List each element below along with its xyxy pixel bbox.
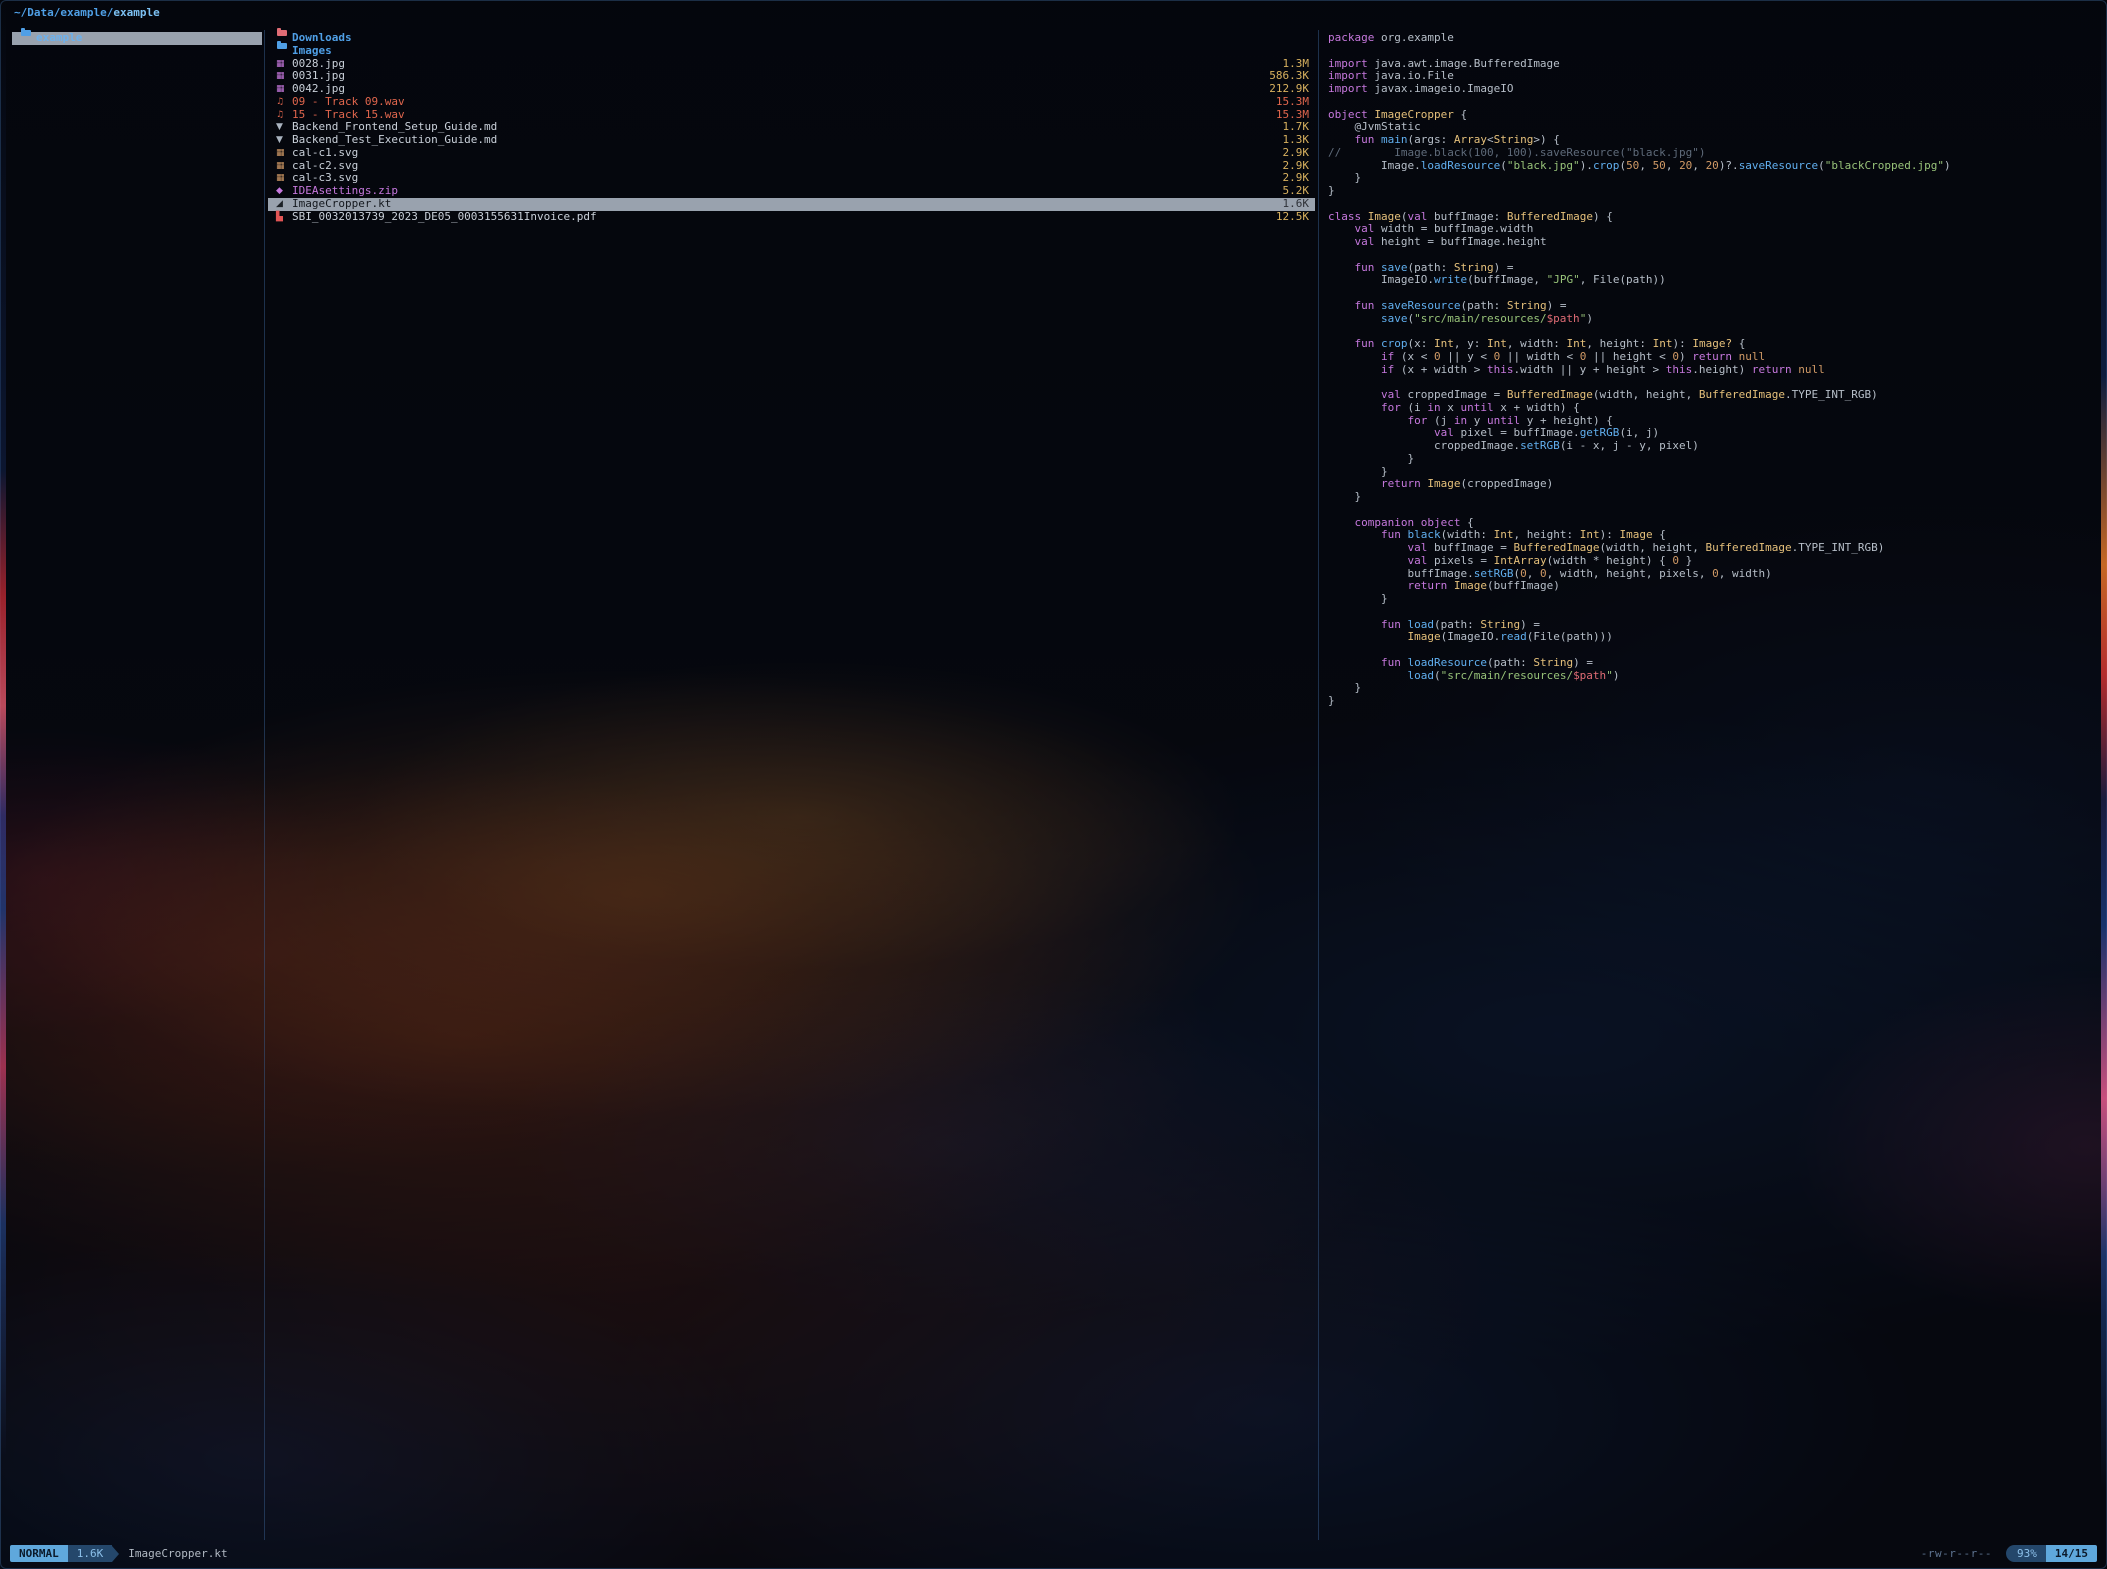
code-line: } xyxy=(1328,172,2097,185)
pane-separator-left xyxy=(264,30,265,1540)
file-row[interactable]: Images xyxy=(268,45,1315,58)
file-name: Downloads xyxy=(292,32,352,45)
image-icon: ▦ xyxy=(276,58,292,71)
file-size: 5.2K xyxy=(1283,185,1310,198)
file-size-badge: 1.6K xyxy=(68,1545,113,1562)
file-name: 0042.jpg xyxy=(292,83,345,96)
file-row[interactable]: ▦0028.jpg1.3M xyxy=(268,58,1315,71)
file-size: 1.6K xyxy=(1283,198,1310,211)
file-size: 15.3M xyxy=(1276,96,1309,109)
image-icon: ▦ xyxy=(276,83,292,96)
file-size: 12.5K xyxy=(1276,211,1309,224)
status-bar-left: NORMAL 1.6K ImageCropper.kt xyxy=(10,1545,228,1562)
file-name: cal-c1.svg xyxy=(292,147,358,160)
file-row[interactable]: ▦cal-c2.svg2.9K xyxy=(268,160,1315,173)
image-icon: ▦ xyxy=(276,147,292,160)
cursor-position-badge: 14/15 xyxy=(2046,1545,2097,1562)
audio-icon: ♫ xyxy=(276,109,292,122)
audio-icon: ♫ xyxy=(276,96,292,109)
code-line: } xyxy=(1328,593,2097,606)
file-row[interactable]: ▙SBI_0032013739_2023_DE05_0003155631Invo… xyxy=(268,211,1315,224)
file-name: ImageCropper.kt xyxy=(292,198,391,211)
parent-dir-item[interactable]: example xyxy=(12,32,262,45)
file-size: 212.9K xyxy=(1269,83,1309,96)
cwd-path-current: example xyxy=(113,6,159,19)
breadcrumb: ~/Data/example/example xyxy=(14,6,160,20)
code-line: ImageIO.write(buffImage, "JPG", File(pat… xyxy=(1328,274,2097,287)
scroll-percent-badge: 93% xyxy=(2006,1545,2046,1562)
markdown-icon: ▼ xyxy=(276,134,292,147)
file-row[interactable]: ▼Backend_Test_Execution_Guide.md 1.3K xyxy=(268,134,1315,147)
code-line: Image(ImageIO.read(File(path))) xyxy=(1328,631,2097,644)
file-permissions: -rw-r--r-- xyxy=(1921,1545,1992,1562)
code-line: } xyxy=(1328,491,2097,504)
file-name: SBI_0032013739_2023_DE05_0003155631Invoi… xyxy=(292,211,597,224)
archive-icon: ◆ xyxy=(276,185,292,198)
file-row[interactable]: ▦cal-c1.svg 2.9K xyxy=(268,147,1315,160)
panes-area: example DownloadsImages▦0028.jpg1.3M▦003… xyxy=(10,30,2097,1540)
code-line: } xyxy=(1328,185,2097,198)
status-bar: NORMAL 1.6K ImageCropper.kt -rw-r--r-- 9… xyxy=(10,1545,2097,1562)
code-line: Image.loadResource("black.jpg").crop(50,… xyxy=(1328,160,2097,173)
image-icon: ▦ xyxy=(276,70,292,83)
file-name: Images xyxy=(292,45,332,58)
code-line: import javax.imageio.ImageIO xyxy=(1328,83,2097,96)
code-line: load("src/main/resources/$path") xyxy=(1328,670,2097,683)
powerline-arrow-icon xyxy=(112,1546,119,1562)
code-line: save("src/main/resources/$path") xyxy=(1328,313,2097,326)
terminal-window: ~/Data/example/example example Downloads… xyxy=(0,0,2107,1569)
code-line: croppedImage.setRGB(i - x, j - y, pixel) xyxy=(1328,440,2097,453)
file-row[interactable]: Downloads xyxy=(268,32,1315,45)
pdf-icon: ▙ xyxy=(276,211,292,224)
file-name: 09 - Track 09.wav xyxy=(292,96,405,109)
code-line: val height = buffImage.height xyxy=(1328,236,2097,249)
image-icon: ▦ xyxy=(276,172,292,185)
pane-separator-right xyxy=(1318,30,1319,1540)
file-name: example xyxy=(36,32,82,45)
parent-pane[interactable]: example xyxy=(12,30,262,1540)
file-name: IDEAsettings.zip xyxy=(292,185,398,198)
file-row[interactable]: ▦0042.jpg 212.9K xyxy=(268,83,1315,96)
markdown-icon: ▼ xyxy=(276,121,292,134)
file-row[interactable]: ▦0031.jpg586.3K xyxy=(268,70,1315,83)
file-row[interactable]: ◢ImageCropper.kt 1.6K xyxy=(268,198,1315,211)
code-line: } xyxy=(1328,695,2097,708)
code-line: return Image(croppedImage) xyxy=(1328,478,2097,491)
code-line: return Image(buffImage) xyxy=(1328,580,2097,593)
file-row[interactable]: ▦cal-c3.svg2.9K xyxy=(268,172,1315,185)
file-size: 1.3K xyxy=(1283,134,1310,147)
file-list-pane[interactable]: DownloadsImages▦0028.jpg1.3M▦0031.jpg586… xyxy=(268,30,1315,1540)
file-row[interactable]: ♫09 - Track 09.wav 15.3M xyxy=(268,96,1315,109)
status-bar-right: -rw-r--r-- 93% 14/15 xyxy=(1921,1545,2097,1562)
code-line: package org.example xyxy=(1328,32,2097,45)
preview-pane[interactable]: package org.example import java.awt.imag… xyxy=(1323,30,2097,1540)
code-line: object ImageCropper { xyxy=(1328,109,2097,122)
code-line: } xyxy=(1328,682,2097,695)
file-name: Backend_Test_Execution_Guide.md xyxy=(292,134,497,147)
code-line: if (x + width > this.width || y + height… xyxy=(1328,364,2097,377)
image-icon: ▦ xyxy=(276,160,292,173)
cwd-path-prefix: ~/Data/example/ xyxy=(14,6,113,19)
status-filename: ImageCropper.kt xyxy=(128,1545,227,1562)
kotlin-icon: ◢ xyxy=(276,198,292,211)
mode-badge: NORMAL xyxy=(10,1545,68,1562)
code-line: } xyxy=(1328,453,2097,466)
file-size: 2.9K xyxy=(1283,147,1310,160)
file-row[interactable]: ◆IDEAsettings.zip 5.2K xyxy=(268,185,1315,198)
